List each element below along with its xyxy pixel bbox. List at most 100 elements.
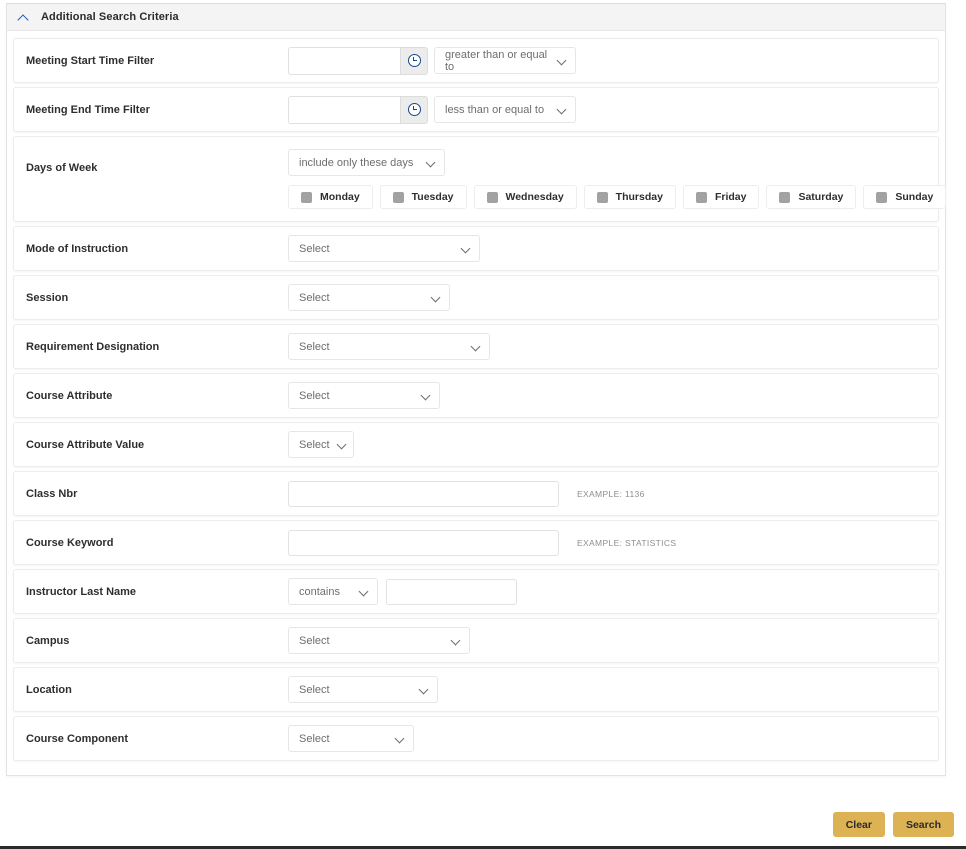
day-label: Wednesday bbox=[506, 191, 564, 203]
field-course-attribute: Select bbox=[288, 382, 926, 409]
field-requirement-designation: Select bbox=[288, 333, 926, 360]
day-checkbox-friday[interactable]: Friday bbox=[683, 185, 760, 209]
course-keyword-input[interactable] bbox=[288, 530, 559, 556]
checkbox-icon bbox=[393, 192, 404, 203]
additional-search-criteria-panel: Additional Search Criteria Meeting Start… bbox=[6, 3, 946, 776]
requirement-designation-value: Select bbox=[299, 341, 330, 353]
chevron-down-icon bbox=[557, 105, 566, 114]
meeting-end-time-input[interactable] bbox=[288, 96, 400, 124]
row-course-attribute: Course Attribute Select bbox=[13, 373, 939, 418]
label-meeting-start-time-filter: Meeting Start Time Filter bbox=[26, 54, 288, 68]
field-meeting-end-time-filter: less than or equal to bbox=[288, 96, 926, 124]
days-of-week-checkbox-group: Monday Tuesday Wednesday Thursday bbox=[288, 185, 946, 209]
label-session: Session bbox=[26, 291, 288, 305]
days-of-week-mode-select[interactable]: include only these days bbox=[288, 149, 445, 176]
requirement-designation-select[interactable]: Select bbox=[288, 333, 490, 360]
field-course-attribute-value: Select bbox=[288, 431, 926, 458]
row-requirement-designation: Requirement Designation Select bbox=[13, 324, 939, 369]
campus-select[interactable]: Select bbox=[288, 627, 470, 654]
clear-button[interactable]: Clear bbox=[833, 812, 885, 837]
row-campus: Campus Select bbox=[13, 618, 939, 663]
row-location: Location Select bbox=[13, 667, 939, 712]
panel-header[interactable]: Additional Search Criteria bbox=[7, 4, 945, 31]
day-label: Saturday bbox=[798, 191, 843, 203]
day-label: Sunday bbox=[895, 191, 933, 203]
days-of-week-mode-value: include only these days bbox=[299, 157, 413, 169]
page-title: Additional Search Criteria bbox=[41, 11, 179, 23]
panel-body: Meeting Start Time Filter greater than o… bbox=[7, 31, 945, 775]
meeting-start-operator-select[interactable]: greater than or equal to bbox=[434, 47, 576, 74]
instructor-last-name-operator-value: contains bbox=[299, 586, 340, 598]
session-select[interactable]: Select bbox=[288, 284, 450, 311]
label-instructor-last-name: Instructor Last Name bbox=[26, 585, 288, 599]
day-label: Friday bbox=[715, 191, 747, 203]
meeting-end-time-picker-button[interactable] bbox=[400, 96, 428, 124]
course-component-value: Select bbox=[299, 733, 330, 745]
field-course-keyword: EXAMPLE: STATISTICS bbox=[288, 530, 926, 556]
course-attribute-value-value: Select bbox=[299, 439, 330, 451]
mode-of-instruction-select[interactable]: Select bbox=[288, 235, 480, 262]
label-days-of-week: Days of Week bbox=[26, 137, 288, 175]
chevron-down-icon bbox=[431, 293, 440, 302]
label-meeting-end-time-filter: Meeting End Time Filter bbox=[26, 103, 288, 117]
meeting-start-time-group bbox=[288, 47, 428, 75]
course-keyword-hint: EXAMPLE: STATISTICS bbox=[577, 538, 676, 548]
field-meeting-start-time-filter: greater than or equal to bbox=[288, 47, 926, 75]
meeting-start-time-input[interactable] bbox=[288, 47, 400, 75]
label-course-keyword: Course Keyword bbox=[26, 536, 288, 550]
field-session: Select bbox=[288, 284, 926, 311]
field-mode-of-instruction: Select bbox=[288, 235, 926, 262]
day-checkbox-thursday[interactable]: Thursday bbox=[584, 185, 676, 209]
day-checkbox-sunday[interactable]: Sunday bbox=[863, 185, 946, 209]
checkbox-icon bbox=[301, 192, 312, 203]
instructor-last-name-input[interactable] bbox=[386, 579, 517, 605]
row-session: Session Select bbox=[13, 275, 939, 320]
day-checkbox-tuesday[interactable]: Tuesday bbox=[380, 185, 467, 209]
field-class-nbr: EXAMPLE: 1136 bbox=[288, 481, 926, 507]
meeting-end-operator-select[interactable]: less than or equal to bbox=[434, 96, 576, 123]
label-class-nbr: Class Nbr bbox=[26, 487, 288, 501]
field-location: Select bbox=[288, 676, 926, 703]
chevron-up-icon[interactable] bbox=[19, 12, 30, 23]
clock-icon bbox=[408, 103, 421, 116]
chevron-down-icon bbox=[359, 587, 368, 596]
chevron-down-icon bbox=[426, 158, 435, 167]
row-course-keyword: Course Keyword EXAMPLE: STATISTICS bbox=[13, 520, 939, 565]
label-campus: Campus bbox=[26, 634, 288, 648]
search-button[interactable]: Search bbox=[893, 812, 954, 837]
location-value: Select bbox=[299, 684, 330, 696]
course-attribute-select[interactable]: Select bbox=[288, 382, 440, 409]
checkbox-icon bbox=[597, 192, 608, 203]
row-course-component: Course Component Select bbox=[13, 716, 939, 761]
checkbox-icon bbox=[696, 192, 707, 203]
field-instructor-last-name: contains bbox=[288, 578, 926, 605]
chevron-down-icon bbox=[461, 244, 470, 253]
row-class-nbr: Class Nbr EXAMPLE: 1136 bbox=[13, 471, 939, 516]
campus-value: Select bbox=[299, 635, 330, 647]
course-attribute-value-select[interactable]: Select bbox=[288, 431, 354, 458]
meeting-end-time-group bbox=[288, 96, 428, 124]
instructor-last-name-operator-select[interactable]: contains bbox=[288, 578, 378, 605]
day-label: Monday bbox=[320, 191, 360, 203]
checkbox-icon bbox=[779, 192, 790, 203]
session-value: Select bbox=[299, 292, 330, 304]
course-component-select[interactable]: Select bbox=[288, 725, 414, 752]
label-mode-of-instruction: Mode of Instruction bbox=[26, 242, 288, 256]
row-meeting-start-time-filter: Meeting Start Time Filter greater than o… bbox=[13, 38, 939, 83]
day-checkbox-saturday[interactable]: Saturday bbox=[766, 185, 856, 209]
form-actions: Clear Search bbox=[833, 812, 954, 837]
class-nbr-input[interactable] bbox=[288, 481, 559, 507]
day-checkbox-monday[interactable]: Monday bbox=[288, 185, 373, 209]
day-checkbox-wednesday[interactable]: Wednesday bbox=[474, 185, 577, 209]
field-campus: Select bbox=[288, 627, 926, 654]
label-course-attribute: Course Attribute bbox=[26, 389, 288, 403]
chevron-down-icon bbox=[471, 342, 480, 351]
meeting-end-operator-value: less than or equal to bbox=[445, 104, 544, 116]
day-label: Tuesday bbox=[412, 191, 454, 203]
meeting-start-time-picker-button[interactable] bbox=[400, 47, 428, 75]
label-course-component: Course Component bbox=[26, 732, 288, 746]
chevron-down-icon bbox=[421, 391, 430, 400]
row-course-attribute-value: Course Attribute Value Select bbox=[13, 422, 939, 467]
location-select[interactable]: Select bbox=[288, 676, 438, 703]
row-mode-of-instruction: Mode of Instruction Select bbox=[13, 226, 939, 271]
